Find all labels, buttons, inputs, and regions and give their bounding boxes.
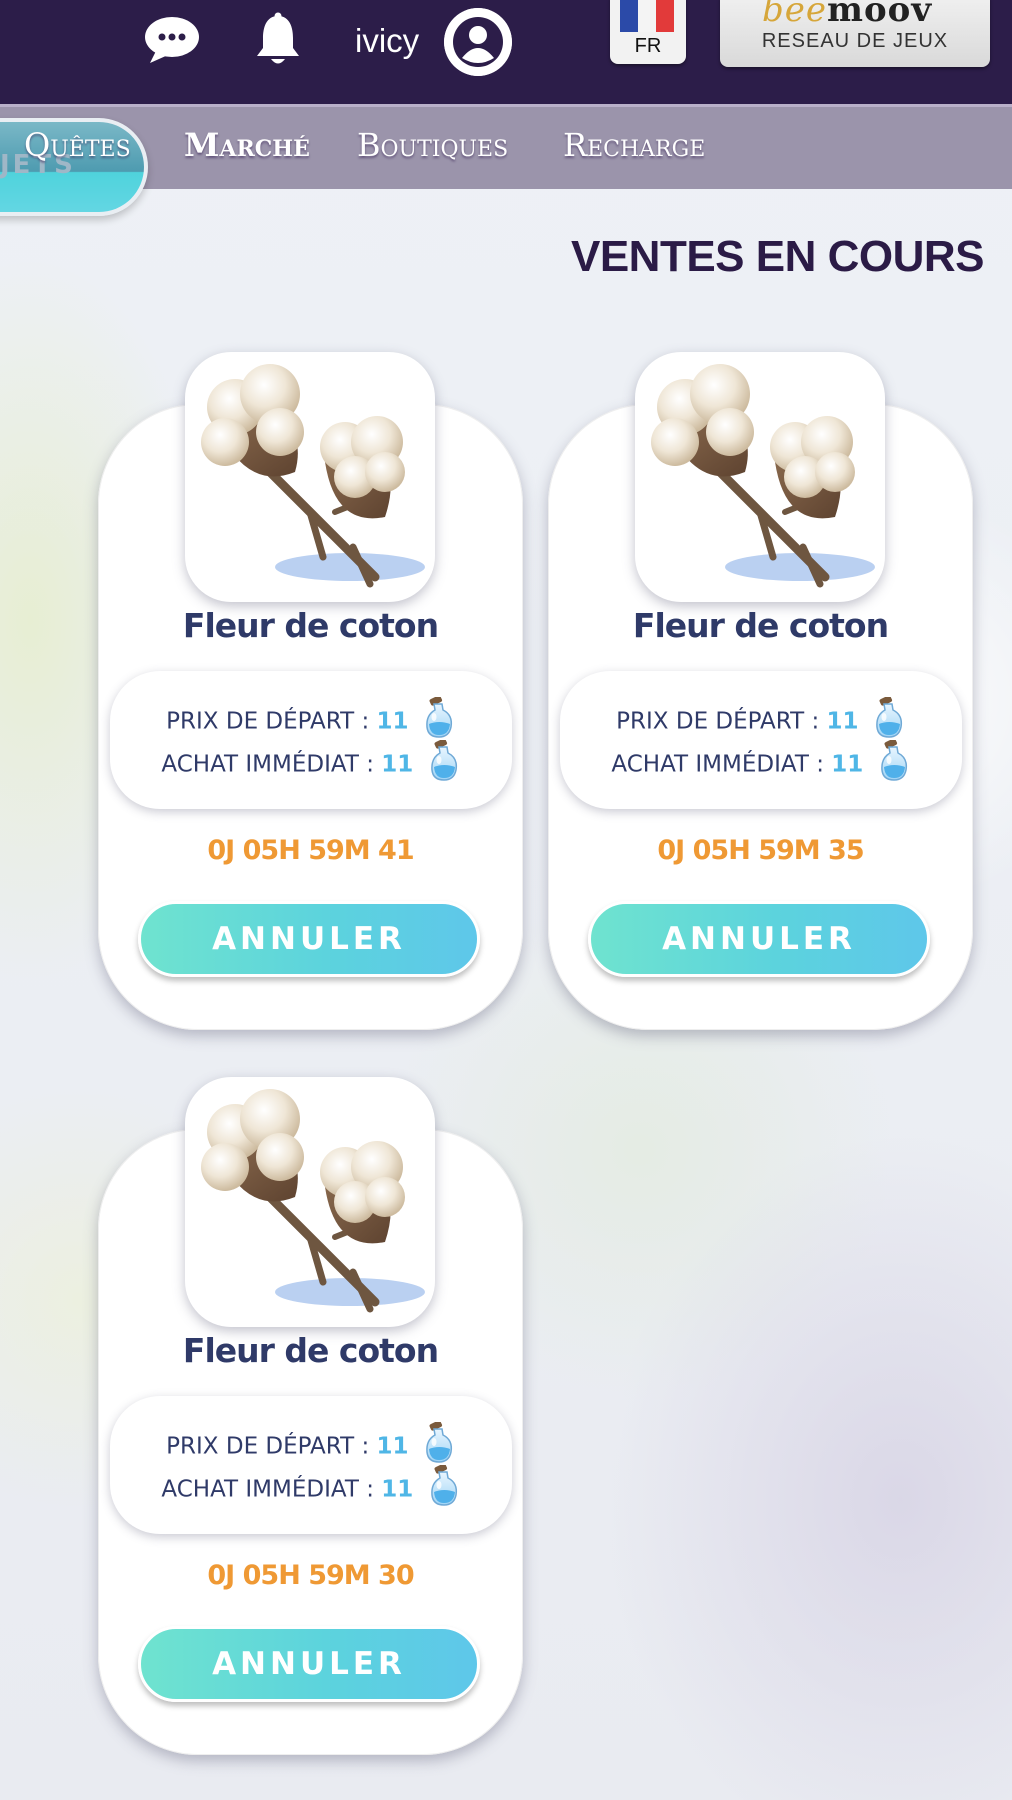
cotton-flower-icon <box>185 352 435 602</box>
potion-icon <box>877 740 911 782</box>
cancel-button[interactable]: ANNULER <box>138 1626 480 1702</box>
buy-now-value: 11 <box>381 1476 414 1503</box>
top-bar: ivicy FR beemoov RESEAU DE JEUX <box>0 0 1012 104</box>
buy-now-row: ACHAT IMMÉDIAT : 11 <box>110 1469 512 1511</box>
page-title: VENTES EN COURS <box>570 232 985 281</box>
item-name: Fleur de coton <box>182 606 439 645</box>
buy-now-row: ACHAT IMMÉDIAT : 11 <box>110 744 512 786</box>
start-price-label: PRIX DE DÉPART : <box>166 708 370 735</box>
start-price-row: PRIX DE DÉPART : 11 <box>560 701 962 743</box>
cotton-flower-icon <box>185 1077 435 1327</box>
nav-item-quetes[interactable]: Quêtes <box>24 126 131 164</box>
start-price-value: 11 <box>376 708 409 735</box>
time-remaining: 0J 05H 59M 30 <box>207 1560 414 1591</box>
brand-name: beemoov <box>762 0 933 30</box>
time-remaining: 0J 05H 59M 41 <box>207 835 414 866</box>
chat-bubble-icon[interactable] <box>142 10 202 70</box>
start-price-value: 11 <box>826 708 859 735</box>
buy-now-value: 11 <box>831 751 864 778</box>
start-price-label: PRIX DE DÉPART : <box>166 1433 370 1460</box>
price-box: PRIX DE DÉPART : 11 ACHAT IMMÉDIAT : 11 <box>560 671 962 809</box>
potion-icon <box>872 697 906 739</box>
french-flag-icon <box>620 0 674 32</box>
price-box: PRIX DE DÉPART : 11 ACHAT IMMÉDIAT : 11 <box>110 671 512 809</box>
potion-icon <box>422 697 456 739</box>
potion-icon <box>422 1422 456 1464</box>
username[interactable]: ivicy <box>355 20 419 62</box>
start-price-row: PRIX DE DÉPART : 11 <box>110 701 512 743</box>
nav-item-boutiques[interactable]: Boutiques <box>357 126 508 164</box>
time-remaining: 0J 05H 59M 35 <box>657 835 864 866</box>
cancel-button[interactable]: ANNULER <box>138 901 480 977</box>
price-box: PRIX DE DÉPART : 11 ACHAT IMMÉDIAT : 11 <box>110 1396 512 1534</box>
potion-icon <box>427 740 461 782</box>
nav-item-recharge[interactable]: Recharge <box>563 126 705 164</box>
language-selector[interactable]: FR <box>610 0 686 64</box>
user-avatar-icon[interactable] <box>444 8 512 76</box>
start-price-row: PRIX DE DÉPART : 11 <box>110 1426 512 1468</box>
start-price-label: PRIX DE DÉPART : <box>616 708 820 735</box>
buy-now-row: ACHAT IMMÉDIAT : 11 <box>560 744 962 786</box>
brand-tagline: RESEAU DE JEUX <box>761 30 949 52</box>
buy-now-value: 11 <box>381 751 414 778</box>
beemoov-logo[interactable]: beemoov RESEAU DE JEUX <box>720 0 990 67</box>
buy-now-label: ACHAT IMMÉDIAT : <box>161 751 374 778</box>
start-price-value: 11 <box>376 1433 409 1460</box>
bell-icon[interactable] <box>248 10 308 70</box>
buy-now-label: ACHAT IMMÉDIAT : <box>161 1476 374 1503</box>
cotton-flower-icon <box>635 352 885 602</box>
buy-now-label: ACHAT IMMÉDIAT : <box>611 751 824 778</box>
language-code: FR <box>634 35 662 57</box>
item-name: Fleur de coton <box>632 606 889 645</box>
nav-item-marche[interactable]: Marché <box>184 126 310 164</box>
item-name: Fleur de coton <box>182 1331 439 1370</box>
potion-icon <box>427 1465 461 1507</box>
cancel-button[interactable]: ANNULER <box>588 901 930 977</box>
